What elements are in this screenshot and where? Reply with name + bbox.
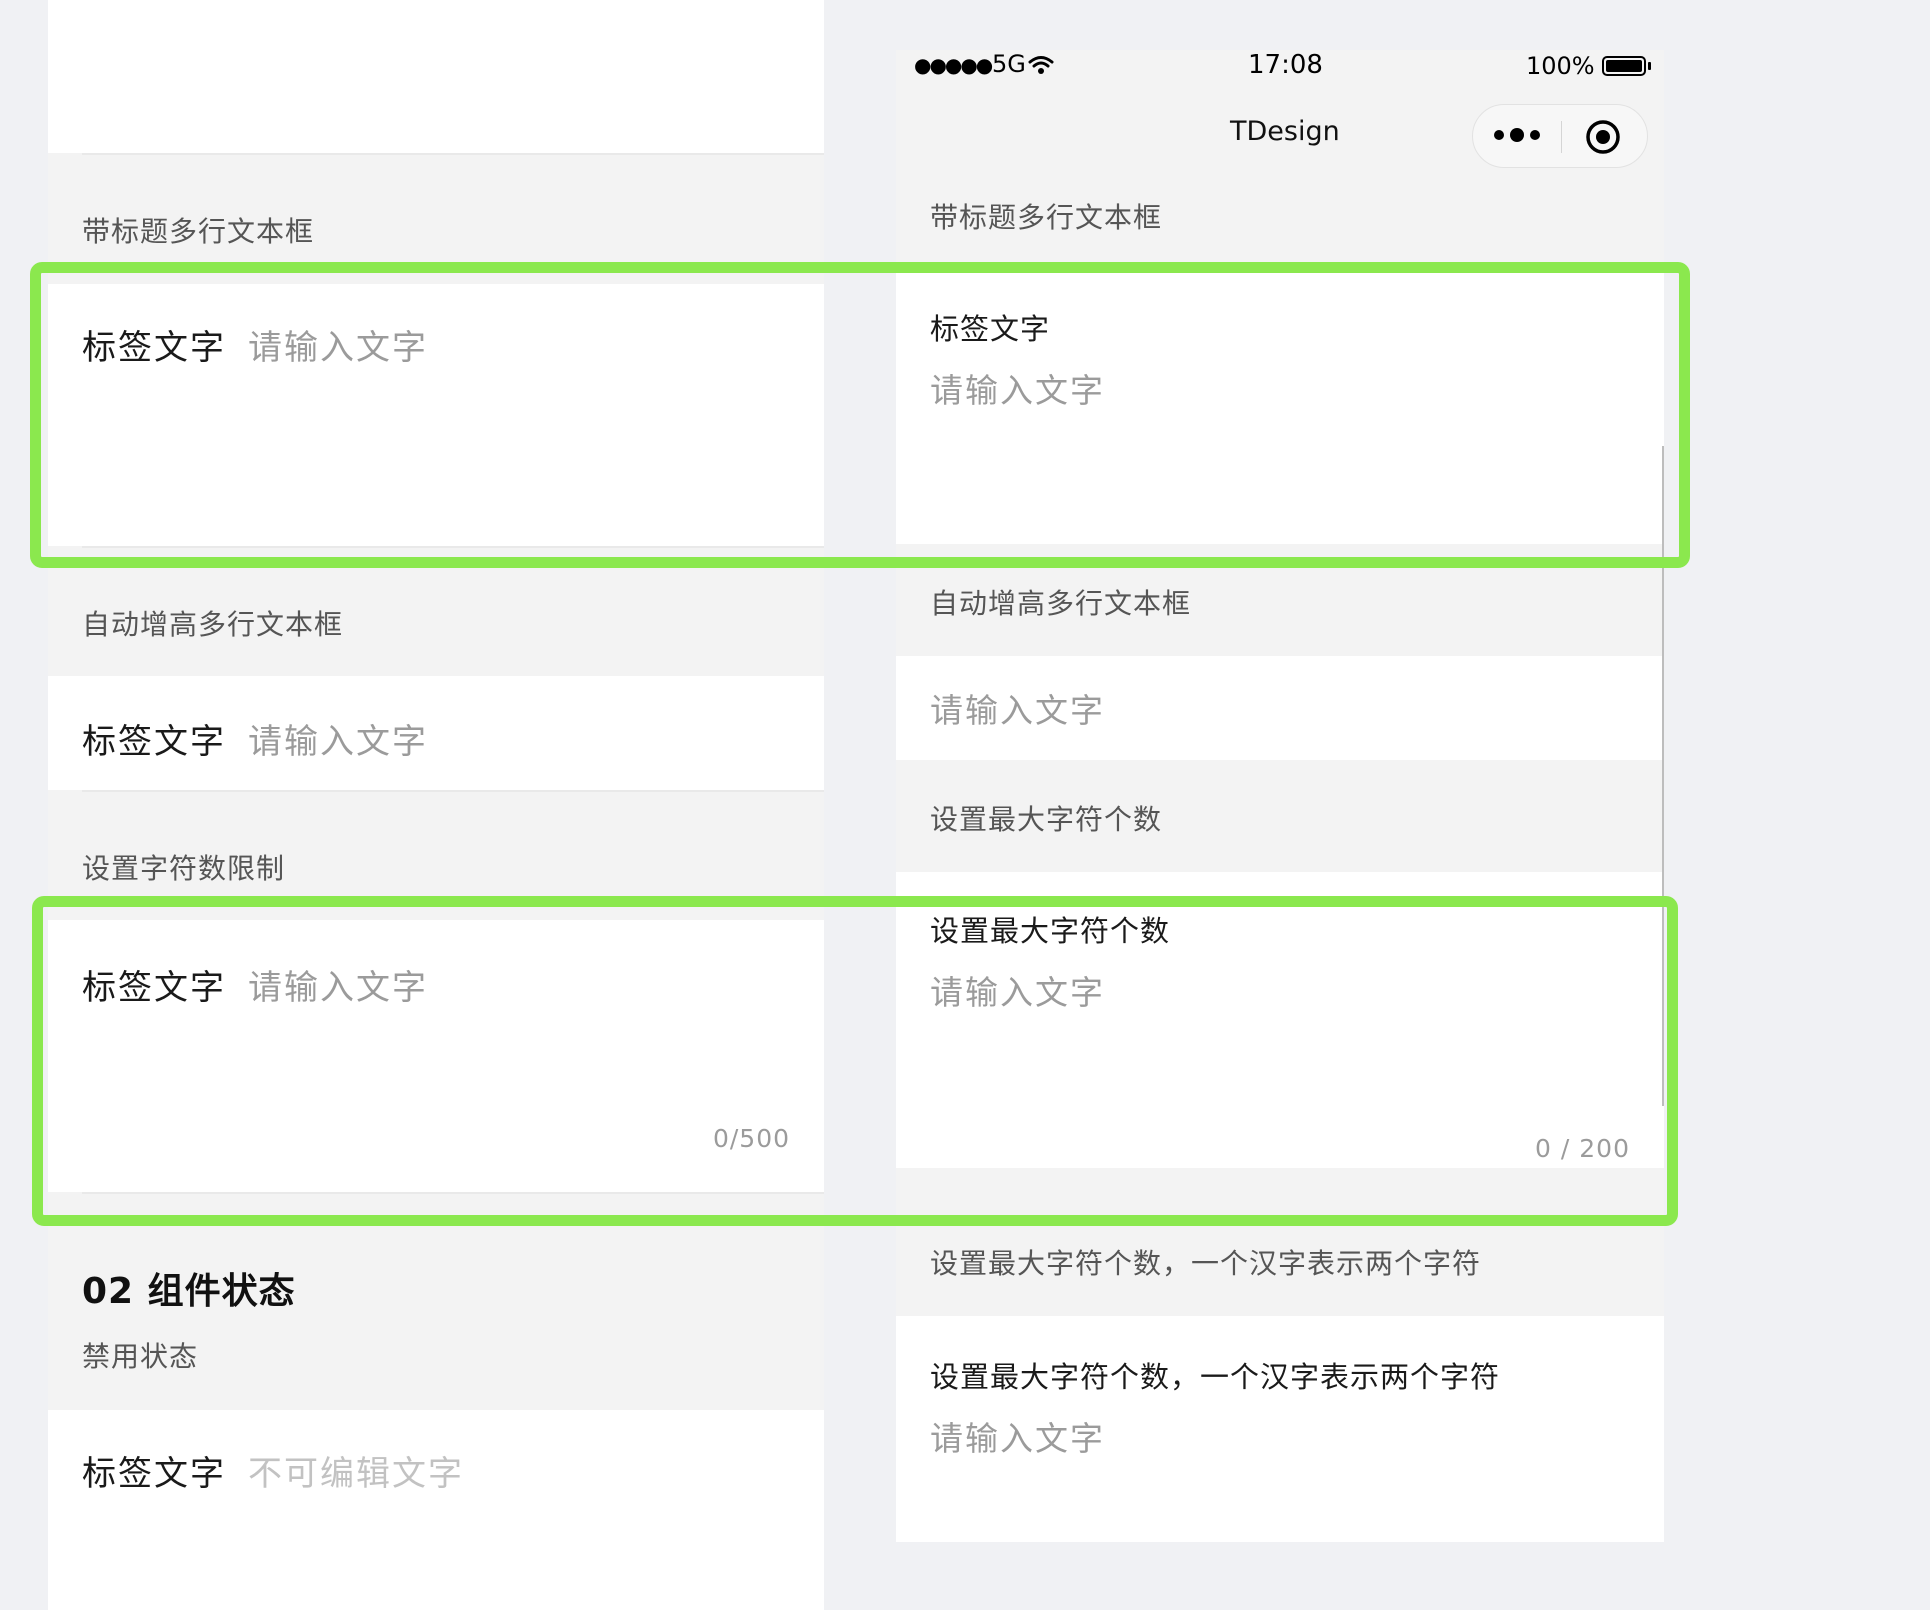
section-title-titled-multiline: 带标题多行文本框: [82, 215, 315, 248]
section-title-max-chars-cn: 设置最大字符个数，一个汉字表示两个字符: [930, 1247, 1482, 1280]
capsule-menu: [1472, 104, 1648, 168]
nav-title: TDesign: [1230, 116, 1340, 147]
textarea-placeholder: 请输入文字: [248, 722, 428, 762]
disabled-value: 不可编辑文字: [248, 1454, 464, 1494]
section-title-autosize: 自动增高多行文本框: [82, 608, 344, 641]
top-card: [48, 0, 824, 153]
status-bar: ●●●●● 5G 17:08 100%: [896, 50, 1664, 90]
battery-cap: [1648, 62, 1651, 70]
textarea-max-chars-cn[interactable]: 设置最大字符个数，一个汉字表示两个字符 请输入文字: [896, 1316, 1664, 1542]
field-label: 标签文字: [82, 1454, 226, 1494]
divider: [82, 153, 824, 155]
left-panel: 带标题多行文本框 标签文字 请输入文字 自动增高多行文本框 标签文字 请输入文字…: [48, 0, 824, 1610]
textarea-autosize[interactable]: 标签文字 请输入文字: [48, 676, 824, 790]
divider: [82, 790, 824, 792]
textarea-autosize[interactable]: 请输入文字: [896, 656, 1664, 760]
network-label: 5G: [992, 50, 1026, 78]
section-title-char-limit: 设置字符数限制: [82, 852, 286, 885]
highlight-box-char-limit: [32, 896, 1678, 1226]
highlight-box-titled-multiline: [30, 262, 1690, 568]
more-icon[interactable]: [1493, 123, 1541, 151]
close-miniprogram-icon[interactable]: [1585, 119, 1621, 159]
wifi-icon: [1028, 54, 1054, 80]
capsule-divider: [1561, 121, 1562, 153]
textarea-placeholder: 请输入文字: [930, 1419, 1105, 1458]
textarea-placeholder: 请输入文字: [930, 691, 1105, 730]
field-label: 标签文字: [82, 722, 226, 762]
battery-percent: 100%: [1526, 52, 1595, 80]
textarea-disabled: 标签文字 不可编辑文字: [48, 1410, 824, 1610]
field-label: 设置最大字符个数，一个汉字表示两个字符: [930, 1360, 1501, 1394]
section-title-titled-multiline: 带标题多行文本框: [930, 201, 1163, 234]
section-title-disabled: 禁用状态: [82, 1340, 199, 1373]
states-heading: 02 组件状态: [82, 1271, 296, 1312]
section-title-max-chars: 设置最大字符个数: [930, 803, 1163, 836]
signal-icon: ●●●●●: [914, 53, 993, 77]
clock: 17:08: [1248, 50, 1323, 80]
battery-icon: [1602, 56, 1646, 76]
section-title-autosize: 自动增高多行文本框: [930, 587, 1192, 620]
